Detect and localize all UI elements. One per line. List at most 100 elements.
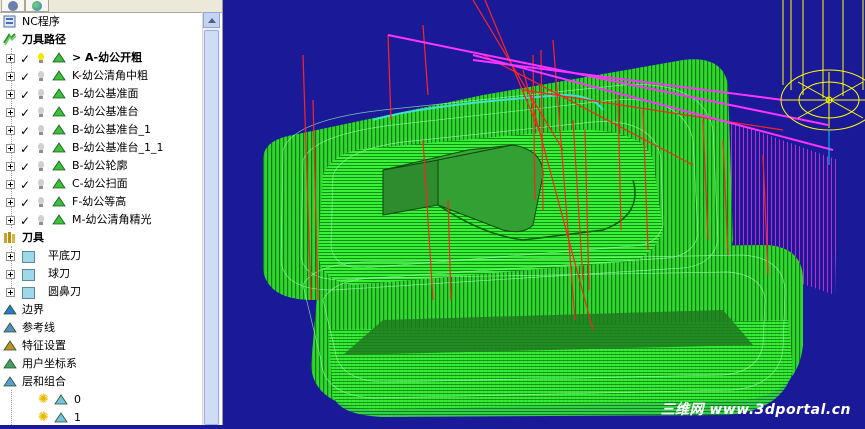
- constant-z-icon: [52, 196, 66, 207]
- level-icon: [54, 394, 68, 405]
- visibility-check[interactable]: ✓: [20, 68, 30, 86]
- tab-explorer[interactable]: [1, 0, 25, 12]
- scroll-thumb[interactable]: [204, 30, 219, 425]
- expand-toggle[interactable]: [6, 252, 15, 261]
- visibility-check[interactable]: ✓: [20, 50, 30, 68]
- lightbulb-icon[interactable]: [38, 53, 44, 63]
- lightbulb-icon[interactable]: [38, 161, 44, 171]
- sun-icon[interactable]: ✺: [38, 393, 52, 406]
- tools-folder-icon: [4, 232, 15, 243]
- tree-node-tools[interactable]: 刀具: [0, 229, 202, 247]
- tools-label: 刀具: [22, 231, 44, 244]
- tool-item[interactable]: 圆鼻刀: [0, 283, 202, 301]
- tree-node-label: 用户坐标系: [22, 357, 77, 370]
- tree-scrollbar[interactable]: [202, 12, 220, 425]
- scroll-up-button[interactable]: [203, 12, 220, 28]
- visibility-check[interactable]: ✓: [20, 104, 30, 122]
- visibility-check[interactable]: ✓: [20, 158, 30, 176]
- toolpath-item[interactable]: ✓ B-幼公基准面: [0, 85, 202, 103]
- visibility-check[interactable]: ✓: [20, 122, 30, 140]
- tool-item[interactable]: 平底刀: [0, 247, 202, 265]
- toolpath-item[interactable]: ✓ K-幼公清角中粗: [0, 67, 202, 85]
- levels-icon: [3, 376, 17, 387]
- expand-toggle[interactable]: [6, 288, 15, 297]
- expand-toggle[interactable]: [6, 162, 15, 171]
- platform-toolpath-icon: [52, 106, 66, 117]
- corner-finish-icon: [52, 214, 66, 225]
- toolpath-label: B-幼公基准台_1_1: [72, 141, 164, 154]
- toolpath-item[interactable]: ✓ B-幼公基准台: [0, 103, 202, 121]
- expand-toggle[interactable]: [6, 198, 15, 207]
- toolpath-item[interactable]: ✓ B-幼公基准台_1: [0, 121, 202, 139]
- toolpath-view: [263, 0, 865, 417]
- workplane-icon: [3, 358, 17, 369]
- toolpath-item[interactable]: ✓ C-幼公扫面: [0, 175, 202, 193]
- expand-toggle[interactable]: [6, 126, 15, 135]
- lightbulb-icon[interactable]: [38, 197, 44, 207]
- explorer-panel: NC程序 刀具路径 刀具 ✓ > A-幼公开粗 ✓ K-幼公清角中粗 ✓ B-幼公基准面 ✓…: [0, 0, 223, 425]
- level-item[interactable]: ✺ 1: [0, 409, 202, 425]
- expand-toggle[interactable]: [6, 144, 15, 153]
- tab-web[interactable]: [25, 0, 49, 12]
- level-label: 1: [74, 411, 81, 424]
- tree-node[interactable]: 边界: [0, 301, 202, 319]
- pattern-icon: [3, 322, 17, 333]
- toolpath-item[interactable]: ✓ B-幼公轮廓: [0, 157, 202, 175]
- graphics-viewport[interactable]: 三维网 www.3dportal.cn: [223, 0, 865, 425]
- expand-toggle[interactable]: [6, 90, 15, 99]
- toolpath-item[interactable]: ✓ B-幼公基准台_1_1: [0, 139, 202, 157]
- lightbulb-icon[interactable]: [38, 71, 44, 81]
- face-toolpath-icon: [52, 88, 66, 99]
- feature-set-icon: [3, 340, 17, 351]
- toolpath-label: B-幼公基准面: [72, 87, 139, 100]
- toolpath-label: C-幼公扫面: [72, 177, 128, 190]
- tool-label: 球刀: [48, 267, 70, 280]
- expand-toggle[interactable]: [6, 216, 15, 225]
- watermark: 三维网 www.3dportal.cn: [660, 402, 851, 418]
- toolpath-label: M-幼公清角精光: [72, 213, 152, 226]
- visibility-check[interactable]: ✓: [20, 176, 30, 194]
- tree-node[interactable]: 特征设置: [0, 337, 202, 355]
- lightbulb-icon[interactable]: [38, 179, 44, 189]
- toolpath-item[interactable]: ✓ > A-幼公开粗: [0, 49, 202, 67]
- toolpath-label: > A-幼公开粗: [72, 51, 143, 64]
- toolpath-label: B-幼公基准台_1: [72, 123, 152, 136]
- tool-item[interactable]: 球刀: [0, 265, 202, 283]
- tree-node[interactable]: 层和组合: [0, 373, 202, 391]
- expand-toggle[interactable]: [6, 180, 15, 189]
- visibility-check[interactable]: ✓: [20, 194, 30, 212]
- tool-label: 圆鼻刀: [48, 285, 81, 298]
- profile-toolpath-icon: [52, 160, 66, 171]
- nc-program-icon: [3, 15, 16, 28]
- explorer-tab-icon: [8, 1, 18, 11]
- toolpath-item[interactable]: ✓ M-幼公清角精光: [0, 211, 202, 229]
- tree-node-toolpaths[interactable]: 刀具路径: [0, 31, 202, 49]
- expand-toggle[interactable]: [6, 54, 15, 63]
- expand-toggle[interactable]: [6, 72, 15, 81]
- flat-endmill-icon: [22, 251, 35, 263]
- platform-toolpath-icon: [52, 124, 66, 135]
- visibility-check[interactable]: ✓: [20, 212, 30, 230]
- level-item[interactable]: ✺ 0: [0, 391, 202, 409]
- lightbulb-icon[interactable]: [38, 215, 44, 225]
- tool-label: 平底刀: [48, 249, 81, 262]
- lightbulb-icon[interactable]: [38, 143, 44, 153]
- toolpath-label: K-幼公清角中粗: [72, 69, 149, 82]
- sun-icon[interactable]: ✺: [38, 411, 52, 424]
- tree-node[interactable]: 用户坐标系: [0, 355, 202, 373]
- visibility-check[interactable]: ✓: [20, 140, 30, 158]
- level-icon: [54, 412, 68, 423]
- toolpath-folder-icon: [3, 33, 17, 46]
- tree-root-nc-programs[interactable]: NC程序: [0, 13, 202, 31]
- lightbulb-icon[interactable]: [38, 125, 44, 135]
- toolpath-item[interactable]: ✓ F-幼公等高: [0, 193, 202, 211]
- visibility-check[interactable]: ✓: [20, 86, 30, 104]
- expand-toggle[interactable]: [6, 270, 15, 279]
- bullnose-endmill-icon: [22, 287, 35, 299]
- tree-node[interactable]: 参考线: [0, 319, 202, 337]
- expand-toggle[interactable]: [6, 108, 15, 117]
- lightbulb-icon[interactable]: [38, 89, 44, 99]
- toolpath-label: B-幼公轮廓: [72, 159, 128, 172]
- lightbulb-icon[interactable]: [38, 107, 44, 117]
- boundary-icon: [3, 304, 17, 315]
